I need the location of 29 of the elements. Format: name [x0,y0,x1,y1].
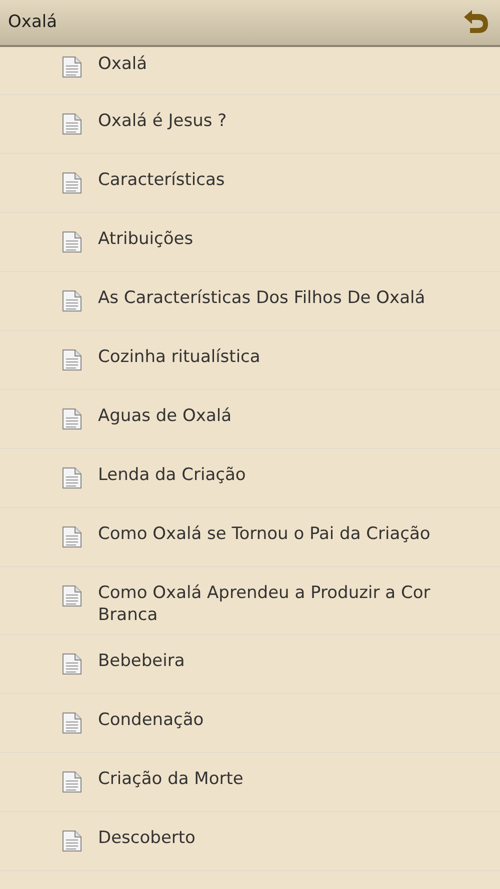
list-item[interactable]: Condenação [0,694,500,753]
list-item[interactable]: As Características Dos Filhos De Oxalá [0,272,500,331]
document-icon [62,653,82,675]
list-item[interactable]: Como Oxalá Aprendeu a Produzir a Cor Branca [0,567,500,635]
document-icon [62,231,82,253]
list-item[interactable]: Cozinha ritualística [0,331,500,390]
list-item[interactable]: Oxalá é Jesus ? [0,95,500,154]
list-item[interactable]: Criação da Morte [0,753,500,812]
list-item[interactable]: Oxalá [0,47,500,95]
screen-title: Oxalá [8,10,57,34]
list-item[interactable]: Lenda da Criação [0,449,500,508]
document-icon [62,349,82,371]
document-icon [62,113,82,135]
document-icon [62,712,82,734]
list-item[interactable]: Características [0,154,500,213]
document-icon [62,585,82,607]
document-icon [62,526,82,548]
document-icon [62,771,82,793]
document-icon [62,830,82,852]
list-item[interactable]: Descoberto [0,812,500,871]
document-icon [62,467,82,489]
list-item[interactable]: Aguas de Oxalá [0,390,500,449]
document-icon [62,290,82,312]
document-icon [62,56,82,78]
document-icon [62,408,82,430]
list-item[interactable]: Atribuições [0,213,500,272]
document-icon [62,172,82,194]
list-item[interactable]: Bebebeira [0,635,500,694]
list-item[interactable]: Como Oxalá se Tornou o Pai da Criação [0,508,500,567]
